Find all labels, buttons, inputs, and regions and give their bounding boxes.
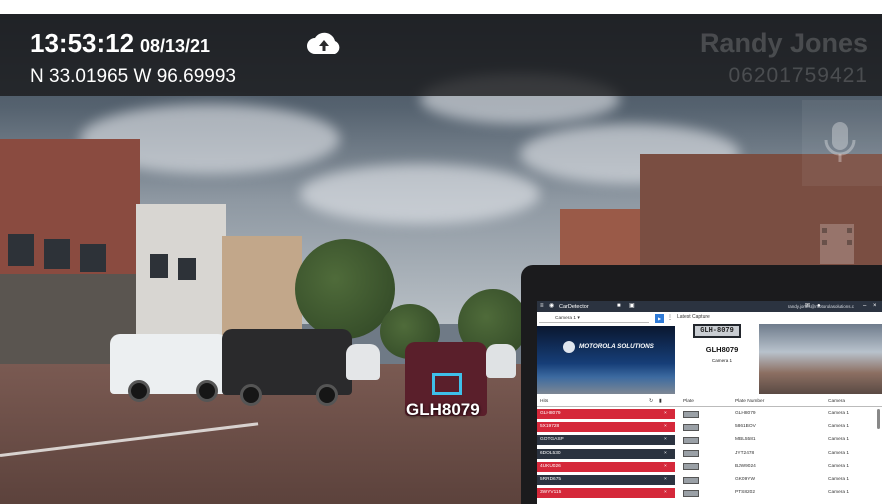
table-row[interactable]: GLH8079 × GLH8079 Camera 1 [537, 409, 882, 419]
film-button[interactable] [802, 208, 882, 268]
menu-icon[interactable]: ≡ [540, 303, 544, 310]
motorola-logo-text: MOTOROLA SOLUTIONS [579, 343, 654, 350]
film-icon [820, 224, 854, 264]
remove-hit-icon[interactable]: × [664, 449, 667, 459]
minimize-icon[interactable]: – [863, 303, 866, 310]
remove-hit-icon[interactable]: × [664, 462, 667, 472]
window [178, 258, 196, 280]
window [80, 244, 106, 272]
plate-number: BJW9024 [735, 463, 756, 469]
plate-number: JYT2478 [735, 450, 755, 456]
table-row[interactable]: 6DOL530 × JYT2478 Camera 1 [537, 448, 882, 459]
laptop: ≡ ◉ CarDetector ■ ▣ ✉ ● randy.jones@moto… [521, 265, 882, 504]
microphone-icon [824, 122, 856, 162]
officer-name: Randy Jones [699, 28, 868, 58]
remove-hit-icon[interactable]: × [664, 422, 667, 432]
table-row[interactable]: GOTGASP × MBL5581 Camera 1 [537, 435, 882, 446]
wheel [128, 380, 150, 402]
hit-plate[interactable]: GLH8079 [540, 409, 561, 419]
camera-name: Camera 1 [828, 463, 850, 469]
camera-select-value: Camera 1 [555, 316, 577, 321]
remove-hit-icon[interactable]: × [664, 488, 667, 498]
clock-date: 08/13/21 [140, 36, 211, 56]
table-row[interactable]: 4UKU026 × BJW9024 Camera 1 [537, 461, 882, 472]
parked-car [486, 344, 516, 378]
cloud-upload-icon[interactable] [306, 30, 342, 56]
plate-number: GLH8079 [735, 411, 756, 416]
live-camera-view: MOTOROLA SOLUTIONS [537, 326, 675, 394]
video-camera-icon[interactable]: ■ [617, 303, 621, 310]
table-row[interactable]: 3WYV115 × PTS8202 Camera 1 [537, 488, 882, 499]
hits-header: Hits [540, 399, 549, 404]
detected-plate-label: GLH8079 [406, 400, 480, 419]
close-icon[interactable]: × [873, 303, 877, 310]
capture-plate-image: GLH-8079 [693, 324, 741, 338]
plate-thumbnail [683, 410, 699, 418]
clock-time: 13:53:12 [30, 28, 135, 58]
more-options-icon[interactable]: ⋮ [667, 314, 673, 321]
camera-select[interactable]: Camera 1 ▾ [539, 314, 649, 323]
camera-name: Camera 1 [828, 477, 850, 482]
window [150, 254, 168, 278]
refresh-icon[interactable]: ↻ [649, 397, 653, 407]
remove-hit-icon[interactable]: × [664, 409, 667, 419]
hit-plate[interactable]: 4UKU026 [540, 462, 561, 472]
delete-icon[interactable]: ▮ [659, 397, 662, 407]
hit-plate[interactable]: 5X19728 [540, 422, 559, 432]
camera-name: Camera 1 [828, 450, 850, 456]
window [44, 239, 70, 269]
wheel [316, 384, 338, 406]
capture-plate-number: GLH8079 [705, 345, 739, 354]
list-header: Hits ↻ ▮ Plate Plate Number Camera [537, 397, 882, 407]
hit-plate[interactable]: 3WYV115 [540, 488, 561, 498]
wheel [196, 380, 218, 402]
hit-plate[interactable]: 6DOL530 [540, 449, 561, 459]
table-row[interactable]: 5RRD675 × GK09YW Camera 1 [537, 475, 882, 485]
camera-name: Camera 1 [828, 490, 850, 496]
officer-id: 06201759421 [728, 64, 868, 87]
camera-header: Camera [828, 399, 846, 404]
white-car [346, 344, 380, 380]
hit-plate[interactable]: GOTGASP [540, 435, 564, 445]
wheel [240, 384, 262, 406]
table-row[interactable]: 5X19728 × 5861BOV Camera 1 [537, 422, 882, 433]
chevron-down-icon: ▾ [577, 316, 580, 321]
plate-thumbnail [683, 436, 699, 444]
latest-capture-label: Latest Capture [677, 314, 710, 320]
user-email: randy.jones@motorolasolutions.c [787, 304, 854, 309]
capture-camera: Camera 1 [711, 358, 733, 363]
window [8, 234, 34, 266]
camera-name: Camera 1 [828, 424, 850, 430]
scrollbar[interactable] [877, 409, 880, 429]
plate-number: MBL5581 [735, 437, 756, 443]
cardetector-app: ≡ ◉ CarDetector ■ ▣ ✉ ● randy.jones@moto… [537, 301, 882, 504]
camera-name: Camera 1 [828, 437, 850, 443]
plate-number: PTS8202 [735, 490, 756, 496]
remove-hit-icon[interactable]: × [664, 475, 667, 485]
gps-coordinates: N 33.01965 W 96.69993 [30, 66, 236, 87]
plate-thumbnail [683, 423, 699, 431]
camera-name: Camera 1 [828, 411, 850, 416]
cloud [300, 164, 540, 224]
app-title: CarDetector [559, 304, 589, 310]
microphone-button[interactable] [802, 100, 882, 186]
image-icon[interactable]: ▣ [629, 303, 635, 310]
plate-thumbnail [683, 463, 699, 471]
plate-number-header: Plate Number [735, 399, 765, 404]
plate-thumbnail [683, 476, 699, 484]
license-plate-detection-box[interactable] [432, 373, 462, 395]
hit-plate[interactable]: 5RRD675 [540, 475, 561, 485]
plate-thumbnail [683, 450, 699, 458]
plate-thumbnail [683, 489, 699, 497]
app-toolbar: ≡ ◉ CarDetector ■ ▣ ✉ ● randy.jones@moto… [537, 301, 882, 312]
camera-toggle-button[interactable]: ▶ [655, 314, 664, 323]
capture-scene-image [759, 324, 882, 394]
motorola-logo-icon [563, 341, 575, 353]
plate-number: 5861BOV [735, 424, 756, 430]
app-logo-icon: ◉ [549, 303, 555, 309]
remove-hit-icon[interactable]: × [664, 435, 667, 445]
plate-number: GK09YW [735, 477, 755, 482]
plate-header: Plate [683, 399, 694, 404]
